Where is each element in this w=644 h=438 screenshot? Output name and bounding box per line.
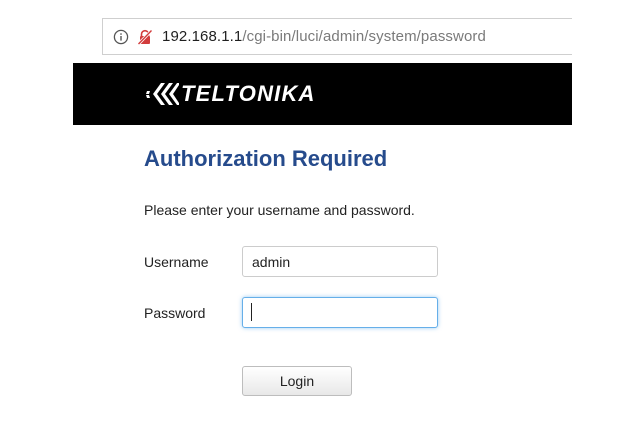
password-label: Password [144,305,206,321]
url-host: 192.168.1.1 [162,28,243,45]
page-title: Authorization Required [144,146,388,171]
teltonika-logo[interactable]: TELTONIKA [145,81,316,107]
password-field[interactable] [242,297,438,328]
url-text[interactable]: 192.168.1.1/cgi-bin/luci/admin/system/pa… [162,28,486,45]
info-circle-icon[interactable] [113,29,129,45]
not-secure-lock-icon[interactable] [137,28,153,45]
address-bar[interactable]: 192.168.1.1/cgi-bin/luci/admin/system/pa… [102,18,572,55]
header-bar: TELTONIKA [73,63,572,125]
browser-page: 192.168.1.1/cgi-bin/luci/admin/system/pa… [0,0,644,438]
text-cursor [251,303,252,321]
username-label: Username [144,254,209,270]
teltonika-logo-mark-icon [146,83,179,105]
logo-text: TELTONIKA [181,81,316,106]
login-button[interactable]: Login [242,366,352,396]
username-field[interactable] [242,246,438,277]
url-path: /cgi-bin/luci/admin/system/password [242,28,486,45]
login-description: Please enter your username and password. [144,202,415,218]
